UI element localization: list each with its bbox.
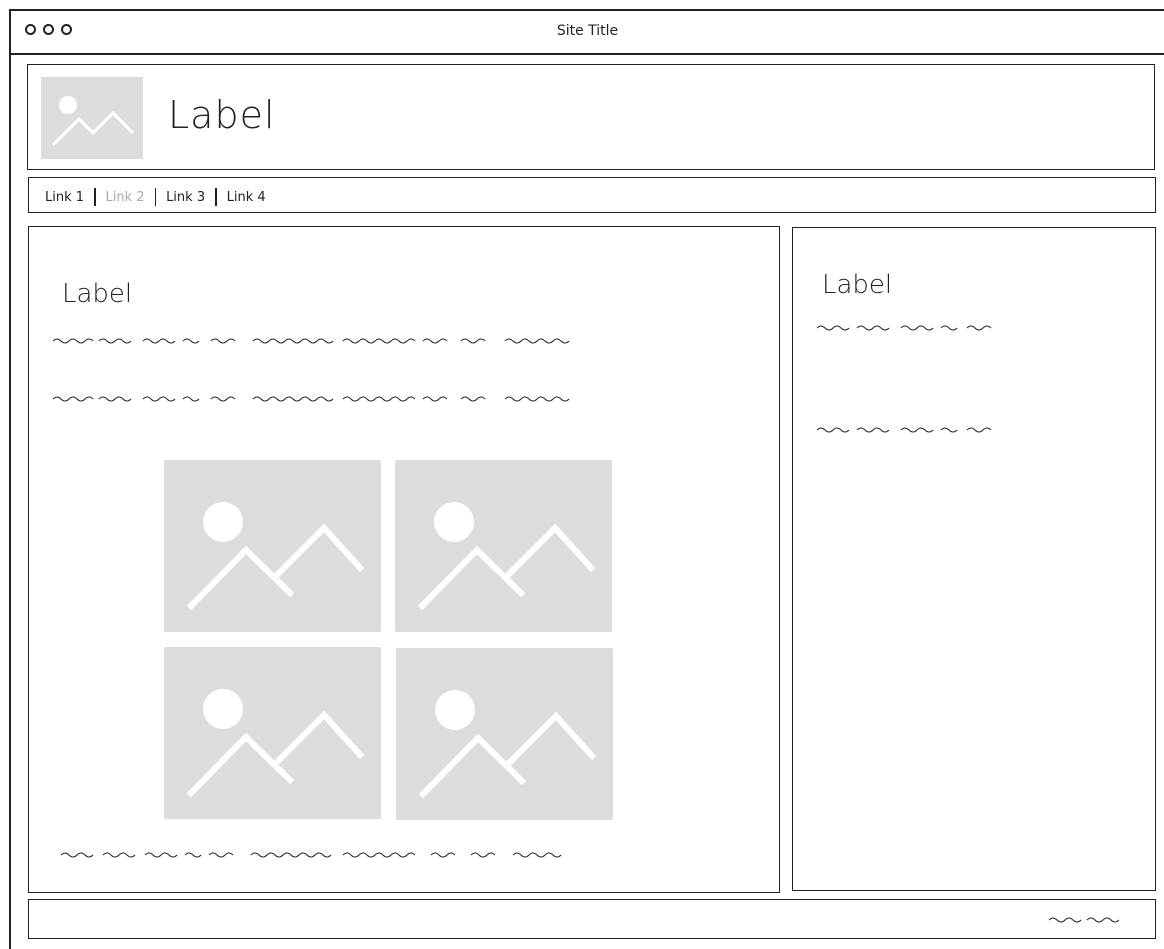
image-placeholder-icon [164,647,381,819]
header-label: Label [168,93,276,137]
main-label: Label [62,279,133,309]
title-bar: Site Title [11,11,1164,55]
main-content-panel: Label [28,226,780,893]
placeholder-text-paragraph [817,427,992,433]
placeholder-text-paragraph [817,325,992,331]
image-placeholder-icon [41,77,143,159]
placeholder-text-caption [61,852,562,858]
nav-link-1[interactable]: Link 1 [45,190,94,205]
placeholder-text-paragraph [53,338,570,344]
sidebar-label: Label [822,270,893,300]
image-placeholder-icon [395,460,612,632]
nav-bar: Link 1 Link 2 Link 3 Link 4 [28,177,1156,213]
site-footer [28,899,1156,939]
nav-link-4[interactable]: Link 4 [217,190,276,205]
placeholder-text-paragraph [53,396,570,402]
nav-link-2[interactable]: Link 2 [96,190,155,205]
image-placeholder-icon [164,460,381,632]
placeholder-text-footer [1049,917,1119,923]
sidebar-panel: Label [792,227,1156,891]
site-title: Site Title [556,23,619,39]
site-header: Label [27,64,1155,170]
nav-link-3[interactable]: Link 3 [156,190,215,205]
image-placeholder-icon [396,648,613,820]
